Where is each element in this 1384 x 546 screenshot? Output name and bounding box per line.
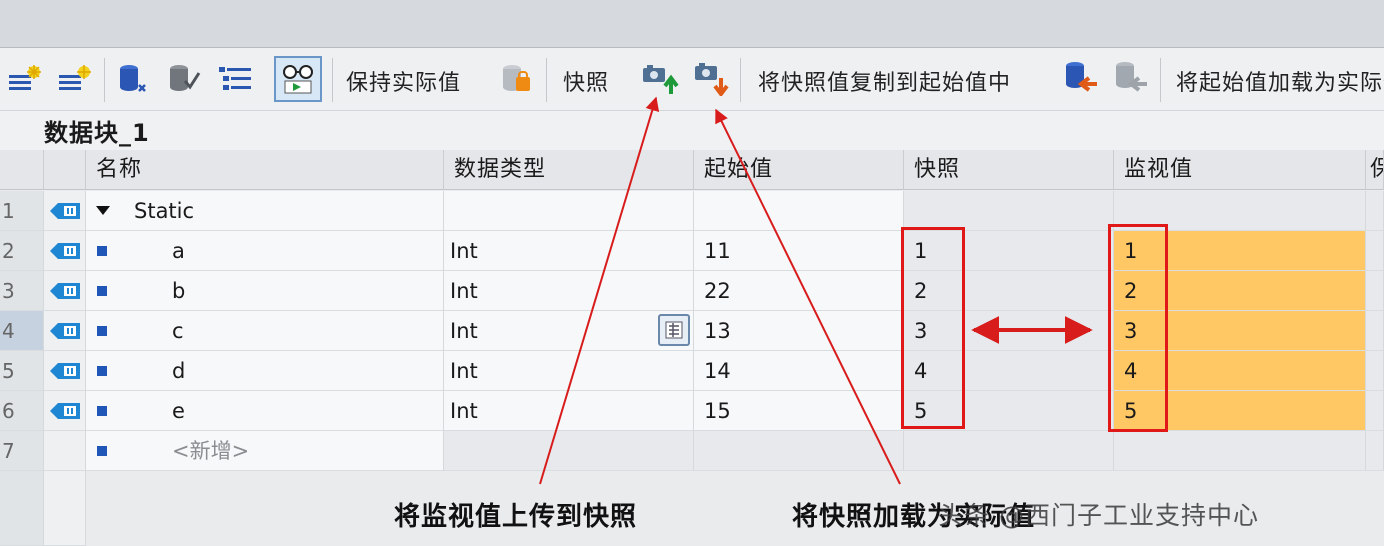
- watermark-text: 头条 @西门子工业支持中心: [938, 501, 1259, 530]
- annotation-arrows: [539, 96, 1093, 485]
- upload-annotation-text: 将监视值上传到快照: [394, 502, 638, 532]
